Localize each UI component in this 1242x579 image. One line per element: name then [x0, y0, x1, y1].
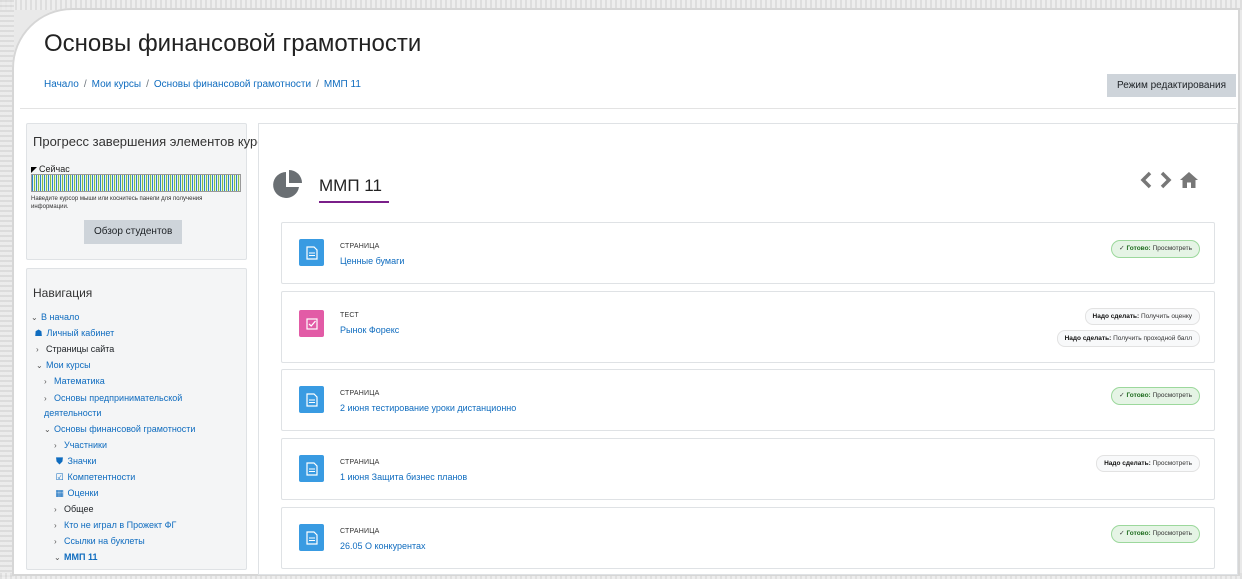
completion-todo-badge[interactable]: Надо сделать: Просмотреть [1096, 455, 1200, 472]
activity-item: Тест Рынок Форекс Надо сделать: Получить… [281, 291, 1215, 363]
chevron-right-icon: › [54, 521, 57, 530]
breadcrumb-separator: / [146, 79, 149, 90]
page-title: Основы финансовой грамотности [44, 30, 422, 57]
completion-todo-badge: Надо сделать: Получить оценку [1084, 308, 1200, 325]
navigation-block: Навигация ⌄ В начало ☗ Личный кабинет › Ст… [26, 268, 247, 570]
breadcrumb-separator: / [316, 79, 319, 90]
nav-item-my-courses[interactable]: ⌄ Мои курсы [27, 357, 246, 373]
nav-item-badges[interactable]: ⛊ Значки [27, 453, 246, 469]
edit-mode-button[interactable]: Режим редактирования [1107, 74, 1236, 97]
progress-block-title: Прогресс завершения элементов курса [33, 134, 271, 149]
activity-link[interactable]: 26.05 О конкурентах [340, 541, 425, 551]
chevron-right-icon: › [44, 394, 47, 403]
nav-item-math[interactable]: › Математика [27, 373, 246, 389]
activity-type: Страница [340, 243, 380, 250]
nav-item-dashboard[interactable]: ☗ Личный кабинет [27, 325, 246, 341]
nav-item-general[interactable]: › Общее [27, 501, 246, 517]
page-header: Основы финансовой грамотности Начало / Мои… [20, 18, 1236, 109]
completion-progress-bar[interactable] [31, 174, 241, 192]
activity-type: Страница [340, 459, 380, 466]
page-icon [299, 239, 324, 266]
activity-item: Страница 2 июня тестирование уроки диста… [281, 369, 1215, 431]
activity-link[interactable]: Ценные бумаги [340, 256, 404, 266]
nav-item-financial-literacy[interactable]: ⌄ Основы финансовой грамотности [27, 421, 246, 437]
section-navigation [1139, 171, 1199, 194]
home-icon[interactable] [1179, 171, 1199, 194]
page-icon [299, 455, 324, 482]
checkbox-icon: ☑ [55, 472, 64, 482]
nav-item-booklet-links[interactable]: › Ссылки на буклеты [27, 533, 246, 549]
breadcrumb-separator: / [83, 79, 87, 90]
activity-link[interactable]: 1 июня Защита бизнес планов [340, 472, 467, 482]
chevron-down-icon: ⌄ [54, 553, 61, 562]
breadcrumb-home[interactable]: Начало [44, 79, 79, 90]
activity-item: Страница 1 июня Защита бизнес планов Над… [281, 438, 1215, 500]
completion-todo-badge: Надо сделать: Получить проходной балл [1056, 330, 1200, 347]
chevron-right-icon: › [44, 377, 47, 386]
progress-hint: Наведите курсор мыши или коснитесь панел… [31, 196, 203, 210]
shield-icon: ⛊ [56, 456, 63, 466]
quiz-icon [299, 310, 324, 337]
activity-type: Тест [340, 312, 359, 319]
section-title-underline [319, 201, 389, 203]
check-icon: ✓ [1119, 392, 1125, 399]
course-section-content: ММП 11 Страница Ценные бумаги ✓ Готово: … [258, 123, 1238, 575]
now-label: Сейчас [31, 164, 70, 174]
nav-item-mmp11[interactable]: ⌄ ММП 11 [27, 549, 246, 565]
check-icon: ✓ [1119, 530, 1125, 537]
breadcrumb: Начало / Мои курсы / Основы финансовой грамо… [44, 79, 361, 90]
completion-done-badge[interactable]: ✓ Готово: Просмотреть [1111, 387, 1200, 405]
activity-item: Страница Ценные бумаги ✓ Готово: Просмот… [281, 222, 1215, 284]
nav-item-participants[interactable]: › Участники [27, 437, 246, 453]
activity-item: Страница 26.05 О конкурентах ✓ Готово: П… [281, 507, 1215, 569]
next-section-icon[interactable] [1159, 171, 1173, 194]
student-overview-button[interactable]: Обзор студентов [84, 220, 183, 244]
pie-chart-icon [273, 170, 302, 198]
chevron-down-icon: ⌄ [31, 313, 38, 322]
chevron-right-icon: › [54, 441, 57, 450]
nav-item-site-pages[interactable]: › Страницы сайта [27, 341, 246, 357]
chevron-down-icon: ⌄ [44, 425, 51, 434]
nav-item-entrepreneurship[interactable]: › Основы предпринимательской деятельности [27, 389, 217, 421]
activity-type: Страница [340, 528, 380, 535]
navigation-title: Навигация [33, 286, 93, 300]
nav-item-project-fg[interactable]: › Кто не играл в Прожект ФГ [27, 517, 246, 533]
nav-item-grades[interactable]: ▦ Оценки [27, 485, 246, 501]
activity-type: Страница [340, 390, 380, 397]
activity-link[interactable]: Рынок Форекс [340, 325, 399, 335]
page-icon [299, 524, 324, 551]
completion-done-badge[interactable]: ✓ Готово: Просмотреть [1111, 525, 1200, 543]
activity-link[interactable]: 2 июня тестирование уроки дистанционно [340, 403, 516, 413]
table-icon: ▦ [55, 488, 64, 498]
previous-section-icon[interactable] [1139, 171, 1153, 194]
chevron-down-icon: ⌄ [36, 361, 43, 370]
dashboard-icon: ☗ [34, 328, 43, 338]
completion-done-badge[interactable]: ✓ Готово: Просмотреть [1111, 240, 1200, 258]
breadcrumb-section[interactable]: ММП 11 [324, 79, 361, 90]
section-title: ММП 11 [319, 176, 382, 195]
now-marker-icon [31, 166, 37, 173]
page-icon [299, 386, 324, 413]
navigation-tree: ⌄ В начало ☗ Личный кабинет › Страницы сай… [27, 309, 246, 565]
nav-item-home[interactable]: ⌄ В начало [27, 309, 246, 325]
chevron-right-icon: › [36, 345, 39, 354]
chevron-right-icon: › [54, 537, 57, 546]
breadcrumb-my-courses[interactable]: Мои курсы [92, 79, 142, 90]
nav-item-competencies[interactable]: ☑ Компетентности [27, 469, 246, 485]
progress-block: Прогресс завершения элементов курса Сейч… [26, 123, 271, 260]
breadcrumb-course[interactable]: Основы финансовой грамотности [154, 79, 311, 90]
chevron-right-icon: › [54, 505, 57, 514]
check-icon: ✓ [1119, 245, 1125, 252]
